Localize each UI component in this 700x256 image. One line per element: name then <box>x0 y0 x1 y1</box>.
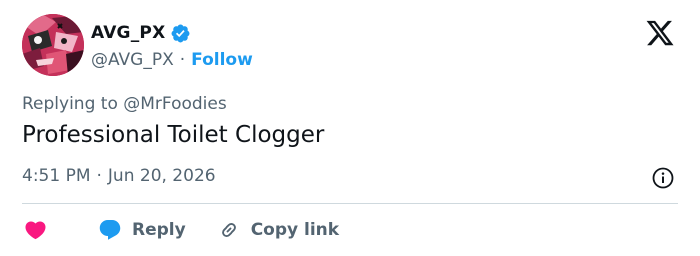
like-button[interactable] <box>22 218 58 242</box>
author-handle-row: @AVG_PX · Follow <box>91 48 253 72</box>
author-display-name[interactable]: AVG_PX <box>91 23 165 43</box>
reply-label: Reply <box>132 220 186 240</box>
replying-to-line: Replying to @MrFoodies <box>22 94 227 114</box>
link-icon <box>221 223 236 237</box>
replying-prefix: Replying to <box>22 94 118 114</box>
author-name-row: AVG_PX <box>91 21 191 45</box>
reply-button[interactable]: Reply <box>97 218 186 242</box>
avatar-image <box>22 14 84 76</box>
replying-to-mention[interactable]: @MrFoodies <box>123 94 226 114</box>
timestamp-separator: · <box>96 166 102 186</box>
copy-link-button[interactable]: Copy link <box>216 218 339 242</box>
copy-link-label: Copy link <box>250 220 340 240</box>
tweet-timestamp[interactable]: 4:51 PM · Jun 20, 2026 <box>22 166 216 186</box>
verified-badge-icon <box>171 24 190 42</box>
tweet-time: 4:51 PM <box>22 166 91 186</box>
heart-icon <box>25 221 46 240</box>
avatar[interactable] <box>22 14 84 76</box>
speech-bubble-icon <box>99 220 121 240</box>
action-bar: Reply Copy link <box>22 214 339 246</box>
x-logo-icon[interactable] <box>644 18 676 48</box>
info-icon[interactable] <box>651 166 675 190</box>
author-handle[interactable]: @AVG_PX <box>91 50 174 70</box>
tweet-date: Jun 20, 2026 <box>107 166 216 186</box>
divider <box>22 203 678 204</box>
follow-button[interactable]: Follow <box>191 50 253 70</box>
handle-separator: · <box>179 50 186 70</box>
embedded-tweet-card: AVG_PX @AVG_PX · Follow Replying to @MrF… <box>0 0 700 256</box>
tweet-text: Professional Toilet Clogger <box>22 122 325 148</box>
